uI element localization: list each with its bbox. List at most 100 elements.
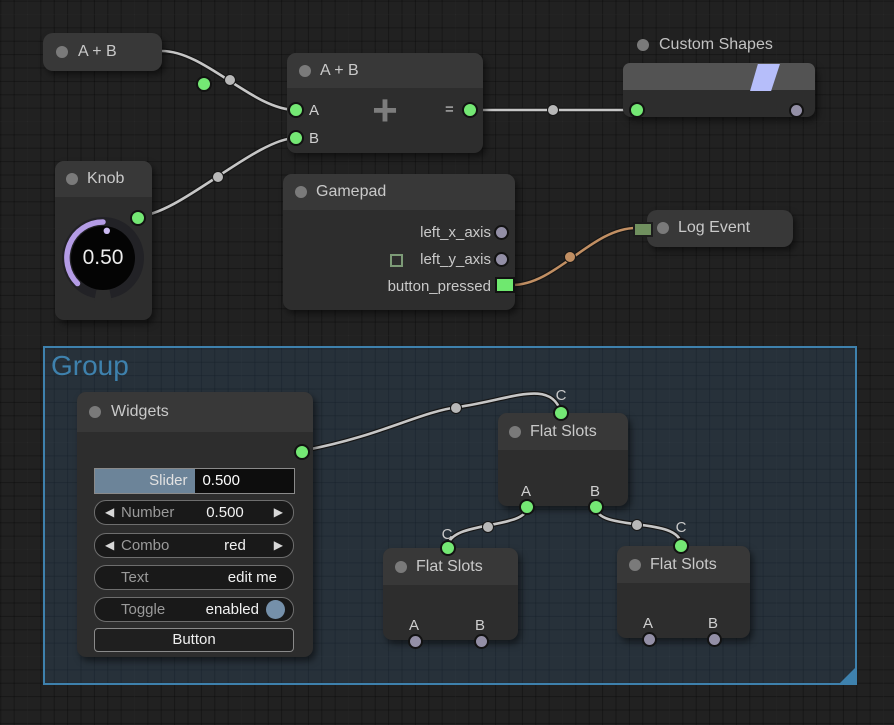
toggle-value: enabled <box>206 601 259 618</box>
node-flat-slots-left[interactable]: Flat Slots A B <box>383 548 518 640</box>
title-dot-icon <box>56 46 68 58</box>
node-title: Log Event <box>678 219 750 237</box>
node-title: Knob <box>87 170 124 188</box>
group-resize-handle[interactable] <box>840 668 855 683</box>
node-title: Flat Slots <box>530 423 597 441</box>
link-midpoint-dot[interactable] <box>213 172 224 183</box>
output-label-b: B <box>708 615 718 632</box>
output-slot-b[interactable] <box>474 634 489 649</box>
output-label-button-pressed: button_pressed <box>388 278 491 295</box>
node-title-bar[interactable]: A + B <box>287 53 483 88</box>
knob-marker <box>104 228 110 234</box>
title-dot-icon <box>66 173 78 185</box>
slider-widget[interactable]: Slider 0.500 <box>94 468 295 494</box>
link-midpoint-dot[interactable] <box>548 105 559 116</box>
slot-label-c: C <box>442 526 453 543</box>
output-slot-b[interactable] <box>588 499 604 515</box>
output-label-left-y-axis: left_y_axis <box>420 251 491 268</box>
number-widget[interactable]: ◀ Number 0.500 ▶ <box>94 500 294 525</box>
input-slot-a[interactable] <box>288 102 304 118</box>
group-title[interactable]: Group <box>51 350 129 382</box>
output-slot-a[interactable] <box>408 634 423 649</box>
link-midpoint-dot[interactable] <box>225 75 236 86</box>
output-slot-left-y-axis[interactable] <box>494 252 509 267</box>
title-dot-icon <box>299 65 311 77</box>
output-slot[interactable] <box>789 103 804 118</box>
link-knob-to-b <box>138 138 296 216</box>
input-label-a: A <box>309 102 319 119</box>
plus-symbol: + <box>365 91 405 131</box>
input-label-b: B <box>309 130 319 147</box>
node-knob[interactable]: Knob 0.50 <box>55 161 152 320</box>
title-dot-icon <box>637 39 649 51</box>
output-label-a: A <box>409 617 419 634</box>
node-title: Gamepad <box>316 183 386 201</box>
output-label-b: B <box>590 483 600 500</box>
title-dot-icon <box>629 559 641 571</box>
node-add-main[interactable]: A + B + A B = <box>287 53 483 153</box>
output-label-left-x-axis: left_x_axis <box>420 224 491 241</box>
input-slot-event[interactable] <box>633 222 653 237</box>
slot-label-c: C <box>556 387 567 404</box>
text-label: Text <box>121 569 149 586</box>
output-label-equals: = <box>445 101 454 118</box>
node-log-event[interactable]: Log Event <box>647 210 793 247</box>
output-slot[interactable] <box>196 76 212 92</box>
link-add-small-to-a <box>162 51 296 110</box>
number-label: Number <box>121 504 174 521</box>
node-title-bar[interactable]: Knob <box>55 161 152 197</box>
output-label-b: B <box>475 617 485 634</box>
link-midpoint-dot-event[interactable] <box>565 252 576 263</box>
text-value: edit me <box>228 569 277 586</box>
combo-next-arrow[interactable]: ▶ <box>274 538 283 552</box>
link-gamepad-to-log <box>512 228 636 285</box>
output-slot-a[interactable] <box>642 632 657 647</box>
toggle-widget[interactable]: Toggle enabled <box>94 597 294 622</box>
output-slot-b[interactable] <box>707 632 722 647</box>
output-slot-result[interactable] <box>462 102 478 118</box>
node-gamepad[interactable]: Gamepad left_x_axis left_y_axis button_p… <box>283 174 515 310</box>
number-increment-arrow[interactable]: ▶ <box>274 505 283 519</box>
node-widgets[interactable]: Widgets Slider 0.500 ◀ Number 0.500 ▶ ◀ … <box>77 392 313 657</box>
node-title: Flat Slots <box>650 556 717 574</box>
number-decrement-arrow[interactable]: ◀ <box>105 505 114 519</box>
text-widget[interactable]: Text edit me <box>94 565 294 590</box>
node-title: Flat Slots <box>416 558 483 576</box>
combo-label: Combo <box>121 537 169 554</box>
title-dot-icon <box>395 561 407 573</box>
toggle-dot[interactable] <box>266 600 285 619</box>
title-dot-icon <box>657 222 669 234</box>
node-add-collapsed[interactable]: A + B <box>43 33 162 71</box>
node-title-bar[interactable]: Widgets <box>77 392 313 432</box>
toggle-label: Toggle <box>121 601 165 618</box>
custom-widget-bar <box>623 63 815 90</box>
output-label-a: A <box>521 483 531 500</box>
node-flat-slots-top[interactable]: Flat Slots A B <box>498 413 628 506</box>
slider-value: 0.500 <box>202 472 240 489</box>
node-flat-slots-right[interactable]: Flat Slots A B <box>617 546 750 638</box>
combo-widget[interactable]: ◀ Combo red ▶ <box>94 533 294 558</box>
node-custom-shapes[interactable] <box>623 63 815 117</box>
node-title: A + B <box>78 43 117 61</box>
output-slot[interactable] <box>294 444 310 460</box>
button-widget[interactable]: Button <box>94 628 294 652</box>
output-slot[interactable] <box>130 210 146 226</box>
node-title-bar[interactable]: Gamepad <box>283 174 515 210</box>
node-graph-canvas[interactable]: Group A + <box>0 0 894 725</box>
link-knob-to-b-core <box>138 138 296 216</box>
combo-prev-arrow[interactable]: ◀ <box>105 538 114 552</box>
link-gamepad-to-log-core <box>512 228 636 285</box>
link-add-small-to-a-core <box>162 51 296 110</box>
output-slot-left-x-axis[interactable] <box>494 225 509 240</box>
input-slot-c[interactable] <box>673 538 689 554</box>
output-label-a: A <box>643 615 653 632</box>
square-marker-icon <box>390 254 403 267</box>
number-value: 0.500 <box>185 504 265 521</box>
combo-value: red <box>195 537 275 554</box>
input-slot-b[interactable] <box>288 130 304 146</box>
input-slot[interactable] <box>629 102 645 118</box>
title-dot-icon <box>295 186 307 198</box>
output-slot-a[interactable] <box>519 499 535 515</box>
input-slot-c[interactable] <box>553 405 569 421</box>
output-slot-button-pressed[interactable] <box>495 277 515 293</box>
